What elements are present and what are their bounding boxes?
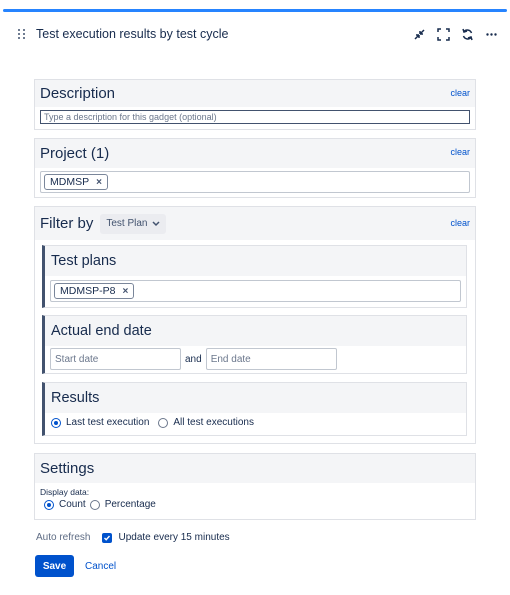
collapse-icon[interactable] (412, 27, 426, 41)
auto-refresh-checkbox-label[interactable]: Update every 15 minutes (118, 532, 229, 543)
save-button[interactable]: Save (35, 555, 74, 577)
test-plans-section: Test plans MDMSP-P8 × (42, 245, 467, 308)
gadget-header: Test execution results by test cycle (18, 24, 498, 44)
description-clear-link[interactable]: clear (450, 88, 470, 98)
auto-refresh-row: Auto refresh Update every 15 minutes (36, 532, 230, 543)
filter-title: Filter by (40, 215, 94, 232)
project-header: Project (1) clear (35, 139, 475, 168)
filter-by-dropdown[interactable]: Test Plan (100, 213, 167, 234)
count-radio[interactable] (44, 499, 54, 510)
last-test-execution-label[interactable]: Last test execution (66, 417, 149, 428)
drag-handle-icon[interactable] (18, 27, 28, 41)
auto-refresh-label: Auto refresh (36, 532, 91, 543)
description-input[interactable] (40, 110, 470, 124)
last-test-execution-radio[interactable] (51, 417, 61, 428)
project-tag: MDMSP × (44, 174, 108, 190)
start-date-input[interactable] (50, 348, 181, 370)
results-radio-group: Last test execution All test executions (45, 413, 466, 432)
actual-end-date-section: Actual end date and (42, 315, 467, 374)
project-tag-label: MDMSP (50, 176, 90, 188)
display-data-radio-group: Count Percentage (35, 497, 475, 512)
remove-tag-icon[interactable]: × (96, 177, 102, 188)
end-date-input[interactable] (205, 348, 337, 370)
actual-end-date-title: Actual end date (51, 323, 152, 339)
description-header: Description clear (35, 80, 475, 107)
filter-clear-link[interactable]: clear (450, 218, 470, 228)
more-icon[interactable] (484, 27, 498, 41)
all-test-executions-label[interactable]: All test executions (173, 417, 254, 428)
description-section: Description clear (34, 79, 476, 130)
form-actions: Save Cancel (35, 555, 116, 577)
gadget-top-accent-bar (3, 9, 507, 12)
percentage-radio[interactable] (89, 499, 100, 510)
settings-section: Settings Display data: Count Percentage (34, 453, 476, 520)
test-plans-header: Test plans (45, 246, 466, 276)
filter-by-dropdown-value: Test Plan (106, 218, 148, 229)
date-range-row: and (45, 346, 466, 372)
actual-end-date-header: Actual end date (45, 316, 466, 346)
filter-header: Filter by Test Plan clear (35, 207, 475, 240)
test-plan-tag-label: MDMSP-P8 (60, 285, 116, 297)
display-data-label: Display data: (40, 487, 90, 497)
percentage-label[interactable]: Percentage (105, 499, 156, 510)
chevron-down-icon (152, 220, 161, 226)
project-clear-link[interactable]: clear (450, 147, 470, 157)
results-header: Results (45, 383, 466, 413)
fullscreen-icon[interactable] (436, 27, 450, 41)
gadget-header-actions (412, 27, 498, 41)
test-plans-title: Test plans (51, 253, 117, 269)
refresh-icon[interactable] (460, 27, 474, 41)
all-test-executions-radio[interactable] (158, 417, 169, 428)
and-label: and (185, 353, 202, 365)
test-plan-tag: MDMSP-P8 × (54, 283, 135, 299)
remove-tag-icon[interactable]: × (122, 286, 128, 297)
project-section: Project (1) clear MDMSP × (34, 138, 476, 198)
project-title: Project (1) (40, 145, 110, 162)
project-select[interactable]: MDMSP × (40, 171, 470, 193)
results-title: Results (51, 390, 100, 406)
description-title: Description (40, 85, 116, 102)
results-section: Results Last test execution All test exe… (42, 382, 467, 436)
auto-refresh-checkbox[interactable] (102, 532, 113, 543)
count-label[interactable]: Count (59, 499, 86, 510)
settings-header: Settings (35, 454, 475, 483)
test-plans-select[interactable]: MDMSP-P8 × (50, 280, 461, 302)
settings-title: Settings (40, 460, 95, 477)
gadget-title: Test execution results by test cycle (36, 27, 229, 41)
checkmark-icon (104, 535, 111, 541)
cancel-button[interactable]: Cancel (85, 561, 116, 572)
